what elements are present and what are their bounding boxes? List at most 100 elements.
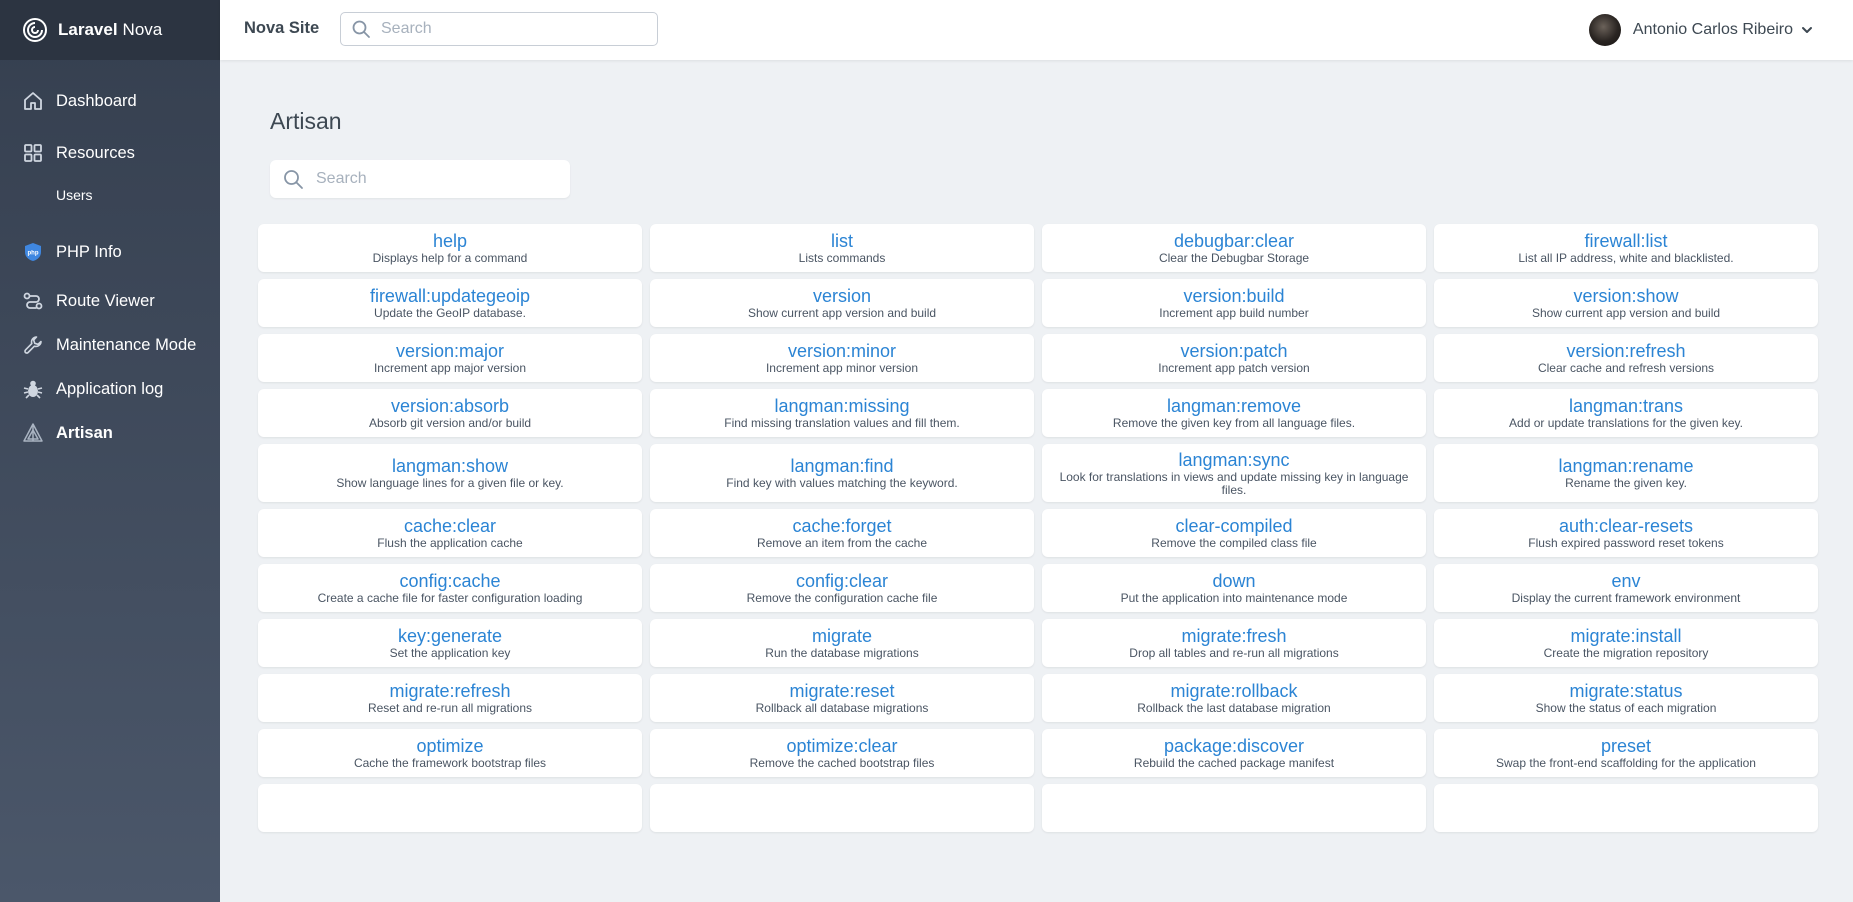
command-search[interactable] xyxy=(270,160,570,198)
command-card[interactable]: langman:sync Look for translations in vie… xyxy=(1042,444,1426,502)
command-description: Reset and re-run all migrations xyxy=(367,701,533,715)
command-name: migrate:status xyxy=(1569,681,1683,701)
command-description: Show the status of each migration xyxy=(1535,701,1717,715)
command-card[interactable]: version:patch Increment app patch version xyxy=(1042,334,1426,382)
command-description: Flush the application cache xyxy=(377,536,523,550)
command-card[interactable]: package:discover Rebuild the cached packa… xyxy=(1042,729,1426,777)
command-name: version:major xyxy=(395,341,505,361)
command-card[interactable]: config:clear Remove the configuration cac… xyxy=(650,564,1034,612)
command-name: langman:sync xyxy=(1178,449,1290,470)
command-description: Displays help for a command xyxy=(372,251,528,265)
command-card[interactable]: help Displays help for a command xyxy=(258,224,642,272)
command-card[interactable]: config:cache Create a cache file for fast… xyxy=(258,564,642,612)
command-card[interactable]: version:minor Increment app minor version xyxy=(650,334,1034,382)
command-card[interactable]: down Put the application into maintenance… xyxy=(1042,564,1426,612)
bug-icon xyxy=(22,378,44,400)
global-search-input[interactable] xyxy=(379,19,623,39)
global-search[interactable] xyxy=(340,12,658,46)
command-card[interactable] xyxy=(1434,784,1818,832)
sidebar-item-php-info[interactable]: php PHP Info xyxy=(0,230,220,274)
user-menu[interactable]: Antonio Carlos Ribeiro xyxy=(1588,14,1813,46)
command-name: firewall:list xyxy=(1584,231,1668,251)
sidebar: Laravel Nova Dashboard Resources Users p… xyxy=(0,0,220,902)
command-name: package:discover xyxy=(1163,736,1305,756)
command-card[interactable]: migrate Run the database migrations xyxy=(650,619,1034,667)
command-card[interactable]: list Lists commands xyxy=(650,224,1034,272)
command-card[interactable]: version:show Show current app version and… xyxy=(1434,279,1818,327)
command-card[interactable]: preset Swap the front-end scaffolding for… xyxy=(1434,729,1818,777)
command-name: config:clear xyxy=(795,571,889,591)
command-card[interactable]: langman:find Find key with values matchin… xyxy=(650,444,1034,502)
command-name: debugbar:clear xyxy=(1173,231,1295,251)
command-name: version:absorb xyxy=(390,396,510,416)
command-name: cache:forget xyxy=(792,516,892,536)
command-name: version:show xyxy=(1573,286,1679,306)
command-card[interactable]: migrate:refresh Reset and re-run all migr… xyxy=(258,674,642,722)
command-card[interactable]: auth:clear-resets Flush expired password … xyxy=(1434,509,1818,557)
command-card[interactable]: firewall:updategeoip Update the GeoIP dat… xyxy=(258,279,642,327)
command-card[interactable]: env Display the current framework environ… xyxy=(1434,564,1818,612)
sidebar-item-users[interactable]: Users xyxy=(0,180,220,210)
command-description: Clear cache and refresh versions xyxy=(1537,361,1715,375)
command-description: Rename the given key. xyxy=(1565,476,1687,490)
command-card[interactable]: optimize:clear Remove the cached bootstra… xyxy=(650,729,1034,777)
sidebar-item-dashboard[interactable]: Dashboard xyxy=(0,79,220,123)
command-search-input[interactable] xyxy=(314,169,558,189)
command-card[interactable] xyxy=(1042,784,1426,832)
command-card[interactable]: clear-compiled Remove the compiled class … xyxy=(1042,509,1426,557)
command-description: Remove the configuration cache file xyxy=(746,591,938,605)
brand[interactable]: Laravel Nova xyxy=(0,0,220,60)
command-card[interactable]: key:generate Set the application key xyxy=(258,619,642,667)
command-description: Show current app version and build xyxy=(747,306,937,320)
command-card[interactable]: firewall:list List all IP address, white … xyxy=(1434,224,1818,272)
command-card[interactable]: cache:forget Remove an item from the cach… xyxy=(650,509,1034,557)
command-name: optimize:clear xyxy=(786,736,898,756)
command-name: langman:missing xyxy=(774,396,910,416)
sidebar-item-artisan[interactable]: Artisan xyxy=(0,411,220,455)
command-card[interactable]: migrate:install Create the migration repo… xyxy=(1434,619,1818,667)
wrench-icon xyxy=(22,334,44,356)
brand-bold: Laravel xyxy=(58,20,118,39)
command-card[interactable]: version:absorb Absorb git version and/or … xyxy=(258,389,642,437)
command-card[interactable]: langman:missing Find missing translation … xyxy=(650,389,1034,437)
command-name: down xyxy=(1212,571,1256,591)
home-icon xyxy=(22,90,44,112)
sidebar-item-label: Application log xyxy=(56,379,164,398)
command-card[interactable]: langman:rename Rename the given key. xyxy=(1434,444,1818,502)
sidebar-item-resources[interactable]: Resources xyxy=(0,131,220,175)
command-description: Increment app minor version xyxy=(765,361,919,375)
command-card[interactable]: langman:trans Add or update translations … xyxy=(1434,389,1818,437)
command-card[interactable]: version:refresh Clear cache and refresh v… xyxy=(1434,334,1818,382)
command-description: List all IP address, white and blacklist… xyxy=(1518,251,1734,265)
command-card[interactable]: debugbar:clear Clear the Debugbar Storage xyxy=(1042,224,1426,272)
command-card[interactable]: version:major Increment app major version xyxy=(258,334,642,382)
command-name: langman:rename xyxy=(1558,456,1694,476)
sidebar-item-application-log[interactable]: Application log xyxy=(0,367,220,411)
command-card[interactable]: version:build Increment app build number xyxy=(1042,279,1426,327)
command-card[interactable] xyxy=(650,784,1034,832)
command-card[interactable] xyxy=(258,784,642,832)
search-icon xyxy=(352,20,370,38)
command-card[interactable]: migrate:reset Rollback all database migra… xyxy=(650,674,1034,722)
sidebar-item-route-viewer[interactable]: Route Viewer xyxy=(0,279,220,323)
command-description: Show language lines for a given file or … xyxy=(336,476,564,490)
command-name: auth:clear-resets xyxy=(1558,516,1694,536)
sidebar-item-label: PHP Info xyxy=(56,242,122,261)
command-name: list xyxy=(831,231,853,251)
site-name[interactable]: Nova Site xyxy=(244,19,319,38)
command-description: Swap the front-end scaffolding for the a… xyxy=(1496,756,1756,770)
command-name: migrate:refresh xyxy=(389,681,511,701)
command-card[interactable]: optimize Cache the framework bootstrap fi… xyxy=(258,729,642,777)
command-card[interactable]: cache:clear Flush the application cache xyxy=(258,509,642,557)
command-name: optimize xyxy=(416,736,484,756)
command-card[interactable]: migrate:rollback Rollback the last databa… xyxy=(1042,674,1426,722)
command-card[interactable]: version Show current app version and buil… xyxy=(650,279,1034,327)
sidebar-item-maintenance-mode[interactable]: Maintenance Mode xyxy=(0,323,220,367)
command-name: help xyxy=(432,231,468,251)
command-card[interactable]: migrate:fresh Drop all tables and re-run … xyxy=(1042,619,1426,667)
command-name: preset xyxy=(1600,736,1652,756)
command-card[interactable]: langman:show Show language lines for a gi… xyxy=(258,444,642,502)
command-description: Display the current framework environmen… xyxy=(1511,591,1741,605)
command-card[interactable]: langman:remove Remove the given key from … xyxy=(1042,389,1426,437)
command-card[interactable]: migrate:status Show the status of each mi… xyxy=(1434,674,1818,722)
